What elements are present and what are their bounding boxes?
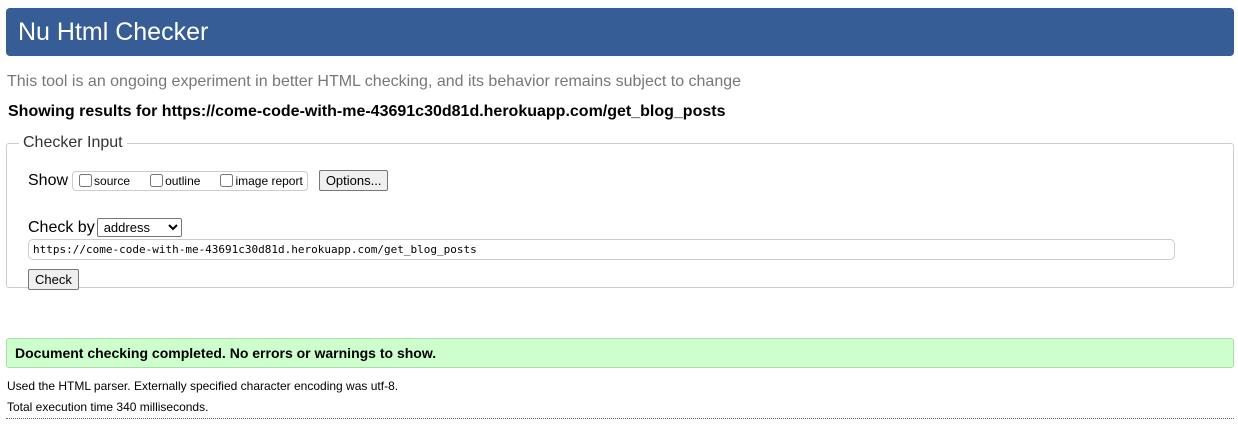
outline-checkbox-label: outline xyxy=(165,173,201,188)
app-title[interactable]: Nu Html Checker xyxy=(18,18,208,47)
source-checkbox[interactable] xyxy=(79,174,93,187)
image-report-checkbox-label: image report xyxy=(235,173,303,188)
show-option-source[interactable]: source xyxy=(75,174,130,188)
checker-input-legend: Checker Input xyxy=(23,134,123,151)
divider xyxy=(6,418,1234,419)
check-by-label: Check by xyxy=(28,218,95,236)
show-label: Show xyxy=(28,171,69,189)
check-button[interactable]: Check xyxy=(28,269,79,290)
success-message: Document checking completed. No errors o… xyxy=(6,338,1234,368)
show-row: Show source outline image report Options… xyxy=(28,170,389,191)
execution-time: Total execution time 340 milliseconds. xyxy=(7,400,209,414)
options-button[interactable]: Options... xyxy=(318,170,389,191)
show-options-group: source outline image report xyxy=(72,170,308,191)
result-details: Used the HTML parser. Externally specifi… xyxy=(7,376,398,418)
source-checkbox-label: source xyxy=(94,173,131,188)
image-report-checkbox[interactable] xyxy=(220,174,234,187)
page: Nu Html Checker This tool is an ongoing … xyxy=(0,0,1238,429)
checker-input-fieldset: Checker Input Show source outline image … xyxy=(6,134,1234,290)
outline-checkbox[interactable] xyxy=(150,174,164,187)
header-banner: Nu Html Checker xyxy=(6,8,1234,56)
show-option-image-report[interactable]: image report xyxy=(216,173,303,188)
results-heading: Showing results for https://come-code-wi… xyxy=(8,103,726,120)
tool-description: This tool is an ongoing experiment in be… xyxy=(7,73,742,90)
check-by-select[interactable]: address xyxy=(96,218,182,237)
check-by-row: Check by address xyxy=(28,218,182,237)
parser-info: Used the HTML parser. Externally specifi… xyxy=(7,379,399,393)
url-input[interactable] xyxy=(28,239,1175,260)
show-option-outline[interactable]: outline xyxy=(146,174,200,188)
